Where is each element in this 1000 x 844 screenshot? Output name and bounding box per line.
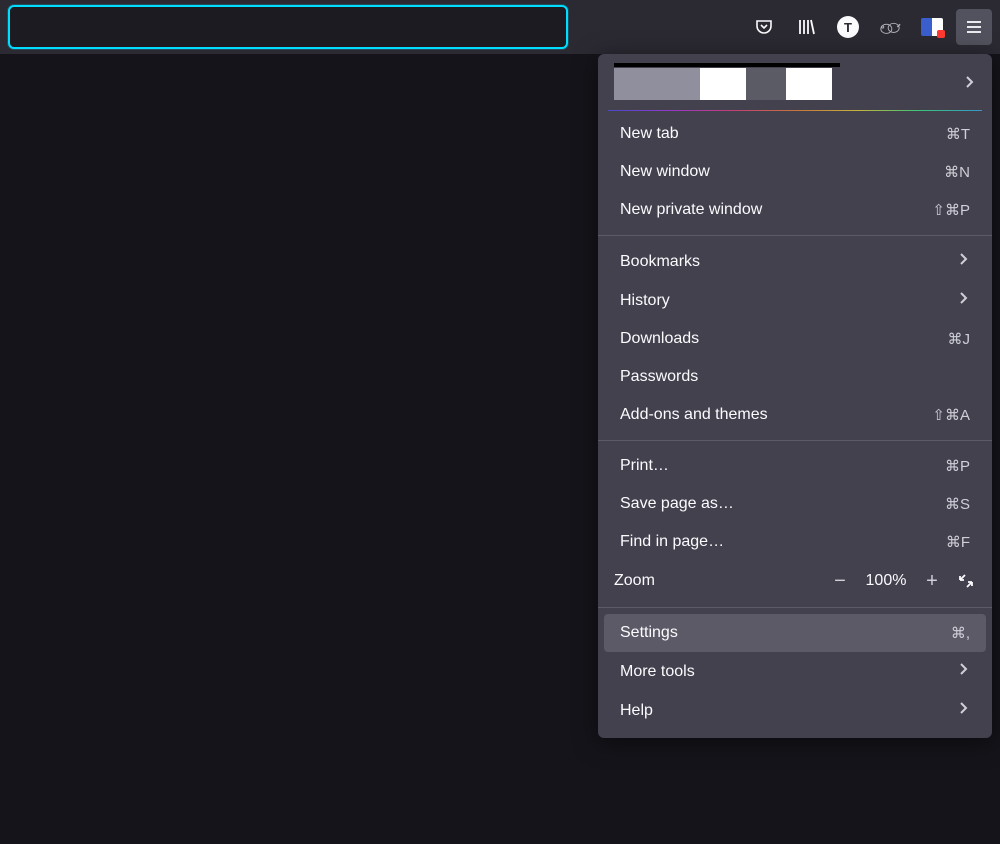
menu-item-label: Print… xyxy=(620,457,669,475)
menu-more-tools[interactable]: More tools xyxy=(604,652,986,691)
zoom-in-button[interactable]: + xyxy=(922,571,942,591)
menu-history[interactable]: History xyxy=(604,281,986,320)
menu-downloads[interactable]: Downloads ⌘J xyxy=(604,320,986,358)
extension-button-2[interactable] xyxy=(914,9,950,45)
menu-item-label: Passwords xyxy=(620,368,698,386)
menu-save-page[interactable]: Save page as… ⌘S xyxy=(604,485,986,523)
menu-new-tab[interactable]: New tab ⌘T xyxy=(604,115,986,153)
fullscreen-button[interactable] xyxy=(956,571,976,591)
library-button[interactable] xyxy=(788,9,824,45)
menu-settings[interactable]: Settings ⌘, xyxy=(604,614,986,652)
browser-toolbar: T xyxy=(0,0,1000,54)
menu-item-label: History xyxy=(620,292,670,310)
chevron-right-icon xyxy=(956,701,970,720)
chevron-right-icon xyxy=(956,662,970,681)
rainbow-separator xyxy=(608,110,982,111)
menu-zoom-row: Zoom − 100% + xyxy=(598,561,992,601)
mouse-extension-icon xyxy=(879,16,901,38)
pocket-button[interactable] xyxy=(746,9,782,45)
menu-account-row[interactable] xyxy=(598,62,992,110)
menu-item-label: Find in page… xyxy=(620,533,724,551)
app-menu-panel: New tab ⌘T New window ⌘N New private win… xyxy=(598,54,992,738)
menu-print[interactable]: Print… ⌘P xyxy=(604,447,986,485)
menu-item-label: Zoom xyxy=(614,572,655,590)
menu-item-shortcut: ⇧⌘A xyxy=(932,406,970,424)
menu-item-label: Save page as… xyxy=(620,495,734,513)
menu-separator xyxy=(598,235,992,236)
menu-item-label: Downloads xyxy=(620,330,699,348)
menu-item-label: New window xyxy=(620,163,710,181)
chevron-right-icon xyxy=(962,75,976,94)
menu-item-shortcut: ⌘T xyxy=(946,125,970,143)
shield-extension-icon xyxy=(921,18,943,36)
menu-help[interactable]: Help xyxy=(604,691,986,730)
menu-item-shortcut: ⌘, xyxy=(951,624,970,642)
account-sync-status-icon xyxy=(614,68,832,100)
menu-item-label: New private window xyxy=(620,201,762,219)
menu-item-shortcut: ⌘J xyxy=(948,330,971,348)
chevron-right-icon xyxy=(956,252,970,271)
menu-item-shortcut: ⌘N xyxy=(944,163,970,181)
menu-separator xyxy=(598,607,992,608)
menu-passwords[interactable]: Passwords xyxy=(604,358,986,396)
menu-item-label: More tools xyxy=(620,663,695,681)
menu-item-shortcut: ⌘F xyxy=(946,533,970,551)
app-menu-button[interactable] xyxy=(956,9,992,45)
menu-item-label: New tab xyxy=(620,125,679,143)
menu-bookmarks[interactable]: Bookmarks xyxy=(604,242,986,281)
url-input[interactable] xyxy=(8,5,568,49)
menu-item-label: Bookmarks xyxy=(620,253,700,271)
account-button[interactable]: T xyxy=(830,9,866,45)
menu-item-label: Help xyxy=(620,702,653,720)
menu-separator xyxy=(598,440,992,441)
menu-item-label: Add-ons and themes xyxy=(620,406,768,424)
menu-find[interactable]: Find in page… ⌘F xyxy=(604,523,986,561)
zoom-out-button[interactable]: − xyxy=(830,571,850,591)
zoom-value: 100% xyxy=(864,572,908,590)
menu-item-shortcut: ⌘P xyxy=(945,457,970,475)
menu-item-label: Settings xyxy=(620,624,678,642)
extension-button-1[interactable] xyxy=(872,9,908,45)
menu-new-private-window[interactable]: New private window ⇧⌘P xyxy=(604,191,986,229)
menu-addons[interactable]: Add-ons and themes ⇧⌘A xyxy=(604,396,986,434)
chevron-right-icon xyxy=(956,291,970,310)
menu-new-window[interactable]: New window ⌘N xyxy=(604,153,986,191)
account-avatar-icon: T xyxy=(837,16,859,38)
menu-item-shortcut: ⌘S xyxy=(945,495,970,513)
menu-item-shortcut: ⇧⌘P xyxy=(932,201,970,219)
